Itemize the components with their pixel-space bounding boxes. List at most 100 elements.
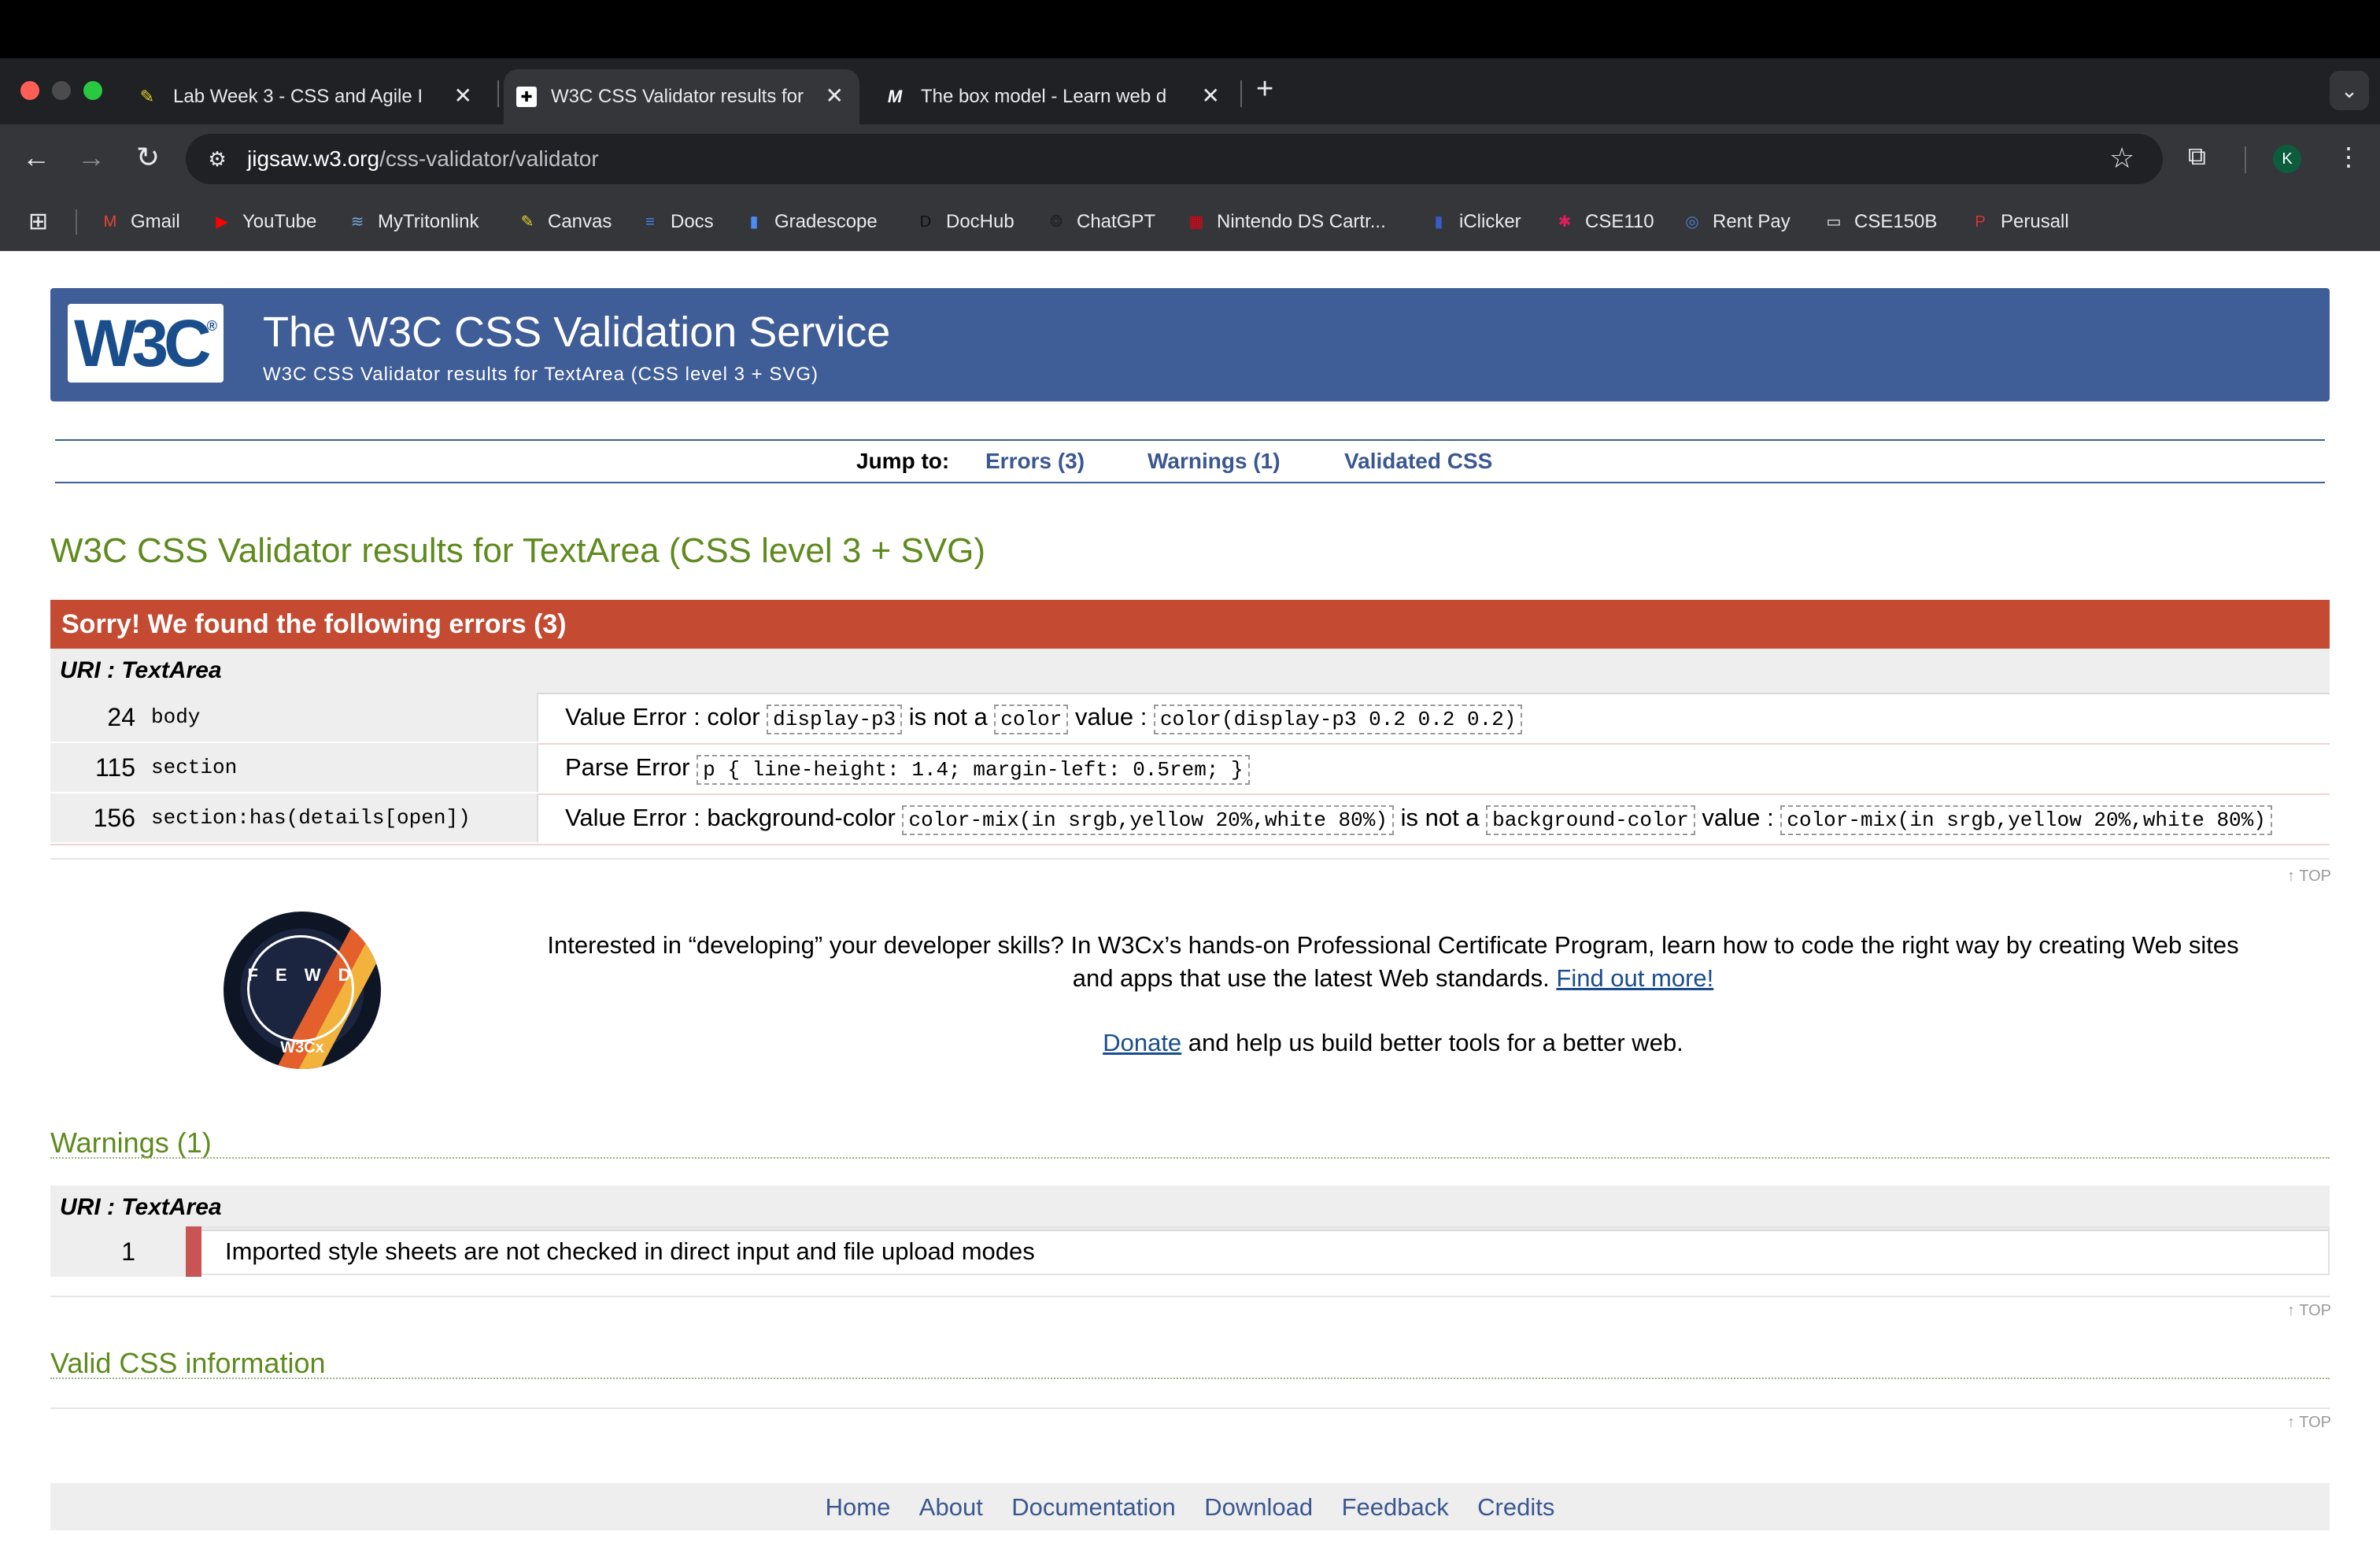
bookmark-mytritonlink[interactable]: ≋ MyTritonlink: [346, 206, 479, 238]
message-text: is not a: [902, 703, 995, 730]
donate-link[interactable]: Donate: [1103, 1029, 1181, 1056]
bookmark-label: Docs: [671, 211, 714, 232]
menu-kebab-icon[interactable]: ⋮: [2336, 142, 2361, 172]
bookmark-cse110[interactable]: ✱ CSE110: [1554, 206, 1654, 238]
bookmark-chatgpt[interactable]: ❂ ChatGPT: [1045, 206, 1155, 238]
bookmark-rent-pay[interactable]: ◎ Rent Pay: [1681, 206, 1790, 238]
footer-feedback-link[interactable]: Feedback: [1342, 1483, 1449, 1532]
jump-warnings-link[interactable]: Warnings (1): [1148, 446, 1281, 477]
close-icon[interactable]: ✕: [1202, 85, 1220, 107]
bookmark-nintendo-ds-cartr[interactable]: ▦ Nintendo DS Cartr...: [1185, 206, 1386, 238]
close-window-button[interactable]: [20, 81, 39, 100]
message-text: value :: [1694, 804, 1781, 831]
maximize-window-button[interactable]: [83, 81, 102, 100]
css-code: color-mix(in srgb,yellow 20%,white 80%): [1780, 805, 2272, 835]
footer-credits-link[interactable]: Credits: [1477, 1483, 1554, 1532]
docs-icon: ≡: [645, 213, 655, 231]
bookmark-label: Nintendo DS Cartr...: [1217, 211, 1386, 232]
site-info-icon[interactable]: ⚙: [203, 145, 231, 173]
forward-button[interactable]: →: [72, 140, 110, 175]
gmail-icon: M: [103, 213, 117, 231]
css-code: color(display-p3 0.2 0.2 0.2): [1153, 705, 1523, 734]
dochub-icon: D: [919, 213, 932, 231]
w3cx-badge-image[interactable]: F E W D W3Cx: [224, 912, 381, 1069]
profile-avatar[interactable]: K: [2273, 145, 2301, 173]
chatgpt-icon: ❂: [1049, 213, 1063, 231]
footer-documentation-link[interactable]: Documentation: [1011, 1483, 1176, 1532]
warning-level-marker: [186, 1226, 201, 1277]
url-host: jigsaw.w3.org: [247, 146, 380, 171]
extensions-icon[interactable]: ⧉: [2188, 142, 2206, 172]
reload-button[interactable]: ↻: [129, 140, 167, 175]
css-code: background-color: [1486, 805, 1695, 835]
close-icon[interactable]: ✕: [826, 85, 844, 107]
back-button[interactable]: ←: [17, 140, 55, 175]
jump-divider-top: [55, 439, 2325, 441]
error-context: section: [143, 743, 538, 792]
tab-box-model[interactable]: M The box model - Learn web d ✕: [874, 69, 1236, 124]
bookmark-label: MyTritonlink: [378, 211, 479, 232]
bookmark-cse150b[interactable]: ▭ CSE150B: [1823, 206, 1938, 238]
bookmark-dochub[interactable]: D DocHub: [915, 206, 1014, 238]
new-tab-button[interactable]: +: [1256, 72, 1273, 106]
apps-grid-icon[interactable]: ⊞: [28, 208, 48, 235]
bookmark-star-icon[interactable]: ☆: [2109, 142, 2134, 175]
jump-errors-link[interactable]: Errors (3): [985, 446, 1085, 477]
registered-mark: ®: [206, 318, 217, 334]
bookmark-label: Gmail: [131, 211, 180, 232]
bookmark-label: CSE150B: [1854, 211, 1938, 232]
css-code: display-p3: [767, 705, 903, 734]
canvas-icon: ✎: [139, 87, 155, 106]
footer-nav: Home About Documentation Download Feedba…: [50, 1483, 2330, 1530]
back-to-top-link[interactable]: ↑ TOP: [2287, 1302, 2331, 1320]
bookmark-gradescope[interactable]: ▮ Gradescope: [743, 206, 877, 238]
close-icon[interactable]: ✕: [454, 85, 472, 107]
footer-about-link[interactable]: About: [919, 1483, 983, 1532]
tab-title: Lab Week 3 - CSS and Agile I: [173, 86, 423, 107]
error-row: 115 section Parse Error p { line-height:…: [50, 743, 2330, 795]
error-context: section:has(details[open]): [143, 793, 538, 842]
bookmark-label: Canvas: [548, 211, 612, 232]
donate-message: and help us build better tools for a bet…: [1181, 1029, 1683, 1056]
tab-lab-week3[interactable]: ✎ Lab Week 3 - CSS and Agile I ✕: [126, 69, 488, 124]
nintendo-icon: ▦: [1188, 213, 1204, 231]
back-to-top-link[interactable]: ↑ TOP: [2287, 867, 2331, 886]
css-code: color: [994, 705, 1069, 734]
canvas-icon: ✎: [520, 213, 534, 231]
bookmark-label: CSE110: [1585, 211, 1654, 232]
tab-search-button[interactable]: ⌄: [2330, 71, 2369, 110]
bookmark-iclicker[interactable]: ▮ iClicker: [1428, 206, 1521, 238]
warning-message: Imported style sheets are not checked in…: [201, 1226, 2330, 1275]
bookmark-gmail[interactable]: M Gmail: [99, 206, 180, 238]
badge-brand: W3Cx: [280, 1039, 324, 1056]
message-text: Value Error : background-color: [565, 804, 903, 831]
folder-icon: ▭: [1826, 213, 1842, 231]
iclicker-icon: ▮: [1434, 213, 1443, 231]
section-divider: [50, 1296, 2330, 1297]
jump-validated-link[interactable]: Validated CSS: [1344, 446, 1492, 477]
minimize-window-button[interactable]: [52, 81, 71, 100]
error-message: Value Error : background-color color-mix…: [565, 793, 2272, 842]
warnings-uri: URI : TextArea: [50, 1185, 2330, 1231]
bookmark-docs[interactable]: ≡ Docs: [639, 206, 714, 238]
promo-line2: and apps that use the latest Web standar…: [1072, 964, 1550, 992]
bookmark-canvas[interactable]: ✎ Canvas: [516, 206, 612, 238]
bookmark-perusall[interactable]: P Perusall: [1969, 206, 2068, 238]
w3c-logo[interactable]: W3C®: [68, 304, 224, 383]
line-number: 24: [50, 693, 143, 742]
footer-home-link[interactable]: Home: [826, 1483, 891, 1532]
page-subtitle: W3C CSS Validator results for TextArea (…: [263, 364, 819, 385]
errors-heading: Sorry! We found the following errors (3): [50, 600, 2330, 649]
find-out-more-link[interactable]: Find out more!: [1556, 964, 1713, 992]
triton-icon: ≋: [350, 213, 364, 231]
url-text[interactable]: jigsaw.w3.org/css-validator/validator: [247, 143, 599, 175]
toolbar-divider: [2245, 146, 2246, 173]
css-code: color-mix(in srgb,yellow 20%,white 80%): [902, 805, 1394, 835]
footer-download-link[interactable]: Download: [1204, 1483, 1313, 1532]
badge-letters: F E W D: [247, 965, 357, 985]
bookmark-youtube[interactable]: ▶ YouTube: [211, 206, 316, 238]
tab-w3c-validator[interactable]: ✚ W3C CSS Validator results for ✕: [504, 69, 859, 124]
back-to-top-link[interactable]: ↑ TOP: [2287, 1414, 2331, 1432]
donate-text: Donate and help us build better tools fo…: [504, 1026, 2282, 1060]
gradescope-icon: ▮: [749, 213, 759, 231]
